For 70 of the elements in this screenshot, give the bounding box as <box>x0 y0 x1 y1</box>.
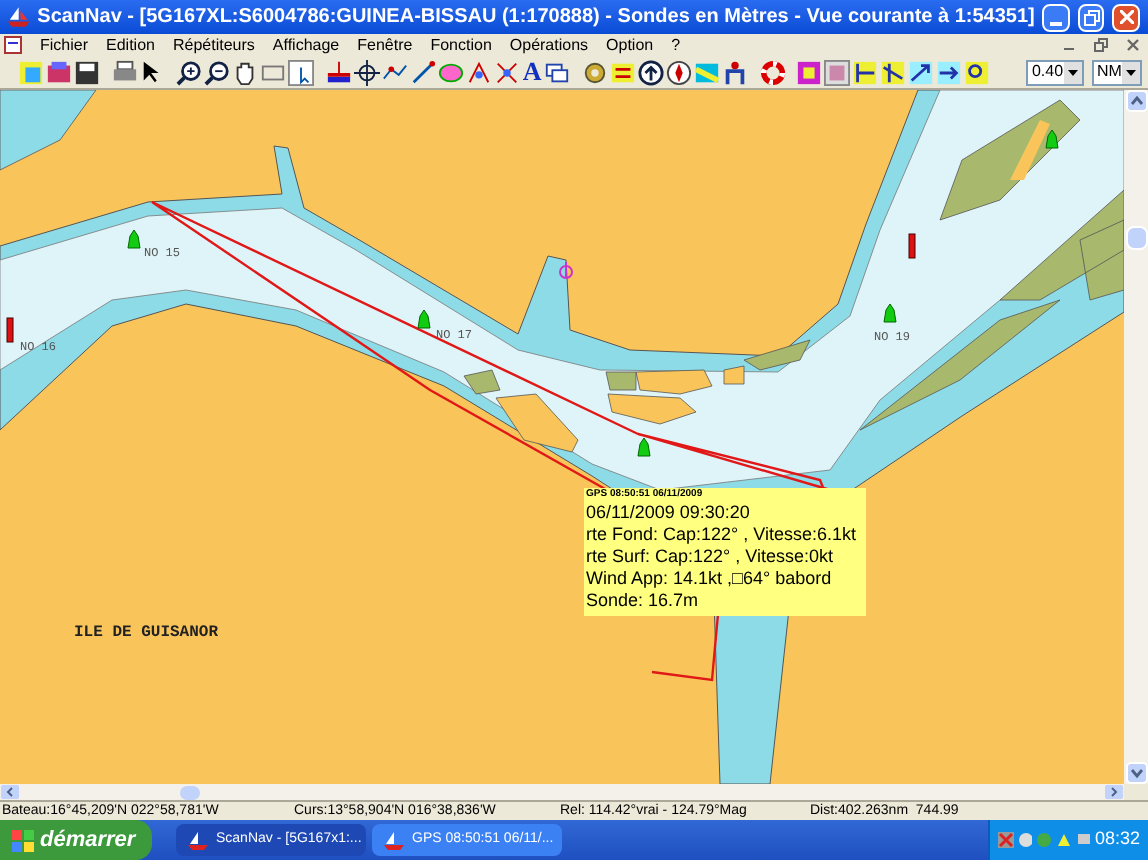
person-icon[interactable] <box>722 57 749 87</box>
buoy-icon <box>883 303 897 323</box>
compass-icon[interactable] <box>666 57 693 87</box>
sailboat-icon <box>384 831 404 849</box>
buoy-icon <box>1045 129 1059 149</box>
window-title: ScanNav - [5G167XL:S6004786:GUINEA-BISSAU (1:170888) - Sondes en Mètres - Vue courante à 1:54351] <box>37 4 1035 32</box>
mark-icon[interactable] <box>493 57 520 87</box>
scrollbar-thumb[interactable] <box>1125 226 1147 250</box>
line-icon[interactable] <box>409 57 436 87</box>
help-icon[interactable] <box>964 57 991 87</box>
tooltip-line: 06/11/2009 09:30:20 <box>586 502 752 524</box>
start-button[interactable]: démarrer <box>0 820 152 860</box>
menu-item[interactable]: Opérations <box>509 33 589 57</box>
gear-icon[interactable] <box>582 57 609 87</box>
grid-icon[interactable] <box>796 57 823 87</box>
menu-item[interactable]: Répétiteurs <box>172 33 255 57</box>
scroll-left-icon[interactable] <box>0 784 20 800</box>
tooltip-line: Wind App: 14.1kt ,□64° babord <box>586 568 834 590</box>
anchor-icon <box>559 261 573 279</box>
close-icon[interactable] <box>1126 38 1140 52</box>
menu-item[interactable]: Affichage <box>272 33 340 57</box>
place-label: ILE DE GUISANOR <box>74 624 219 642</box>
menu-item[interactable]: Fichier <box>40 33 89 57</box>
zoom-out-icon[interactable] <box>204 57 231 87</box>
windows-logo-icon <box>12 829 34 851</box>
menu-item[interactable]: ? <box>671 33 681 57</box>
current-arrow-icon[interactable] <box>936 57 963 87</box>
folder-icon[interactable] <box>46 57 72 87</box>
scale-select[interactable]: 0.40 <box>1025 59 1084 85</box>
island <box>1010 120 1050 180</box>
sailboat-icon <box>188 831 208 849</box>
plot-icon[interactable] <box>852 57 879 87</box>
boat-icon[interactable] <box>325 57 352 87</box>
menu-item[interactable]: Edition <box>106 33 155 57</box>
scroll-up-icon[interactable] <box>1125 90 1147 112</box>
buoy-icon <box>637 437 651 457</box>
tooltip-line: rte Fond: Cap:122° , Vitesse:6.1kt <box>586 524 859 546</box>
scrollbar-thumb[interactable] <box>180 785 200 799</box>
close-button[interactable] <box>1112 3 1141 31</box>
hand-icon[interactable] <box>232 57 259 87</box>
vertical-scrollbar[interactable] <box>1124 90 1148 784</box>
zoom-in-icon[interactable] <box>176 57 203 87</box>
unit-select[interactable]: NM <box>1091 59 1142 85</box>
clock: 08:32 <box>1094 826 1140 853</box>
buoy-icon <box>127 229 141 249</box>
text-tool-button[interactable]: A <box>521 57 543 87</box>
close-icon <box>1119 10 1134 24</box>
beacon-icon <box>6 317 14 343</box>
plot-icon[interactable] <box>880 57 907 87</box>
tooltip-line: rte Surf: Cap:122° , Vitesse:0kt <box>586 546 835 568</box>
tooltip-line: Sonde: 16.7m <box>586 590 701 612</box>
scroll-right-icon[interactable] <box>1104 784 1124 800</box>
scroll-down-icon[interactable] <box>1125 762 1147 784</box>
menu-item[interactable]: Option <box>606 33 654 57</box>
wind-arrow-icon[interactable] <box>908 57 935 87</box>
menu-item[interactable]: Fonction <box>430 33 492 57</box>
beacon-icon <box>908 233 916 259</box>
save-icon[interactable] <box>74 57 100 87</box>
crosshair-icon[interactable] <box>353 57 380 87</box>
menu-item[interactable]: Fenêtre <box>357 33 413 57</box>
sailboat-icon <box>8 6 30 28</box>
buoy-icon <box>417 309 431 329</box>
lifebuoy-icon[interactable] <box>759 57 786 87</box>
horizontal-scrollbar[interactable] <box>0 784 1124 800</box>
arrow-circle-icon[interactable] <box>638 57 665 87</box>
restore-button[interactable] <box>1077 3 1105 31</box>
minimize-button[interactable] <box>1042 3 1070 31</box>
water-area <box>0 90 97 171</box>
mark-icon[interactable] <box>465 57 492 87</box>
document-icon <box>4 36 22 54</box>
